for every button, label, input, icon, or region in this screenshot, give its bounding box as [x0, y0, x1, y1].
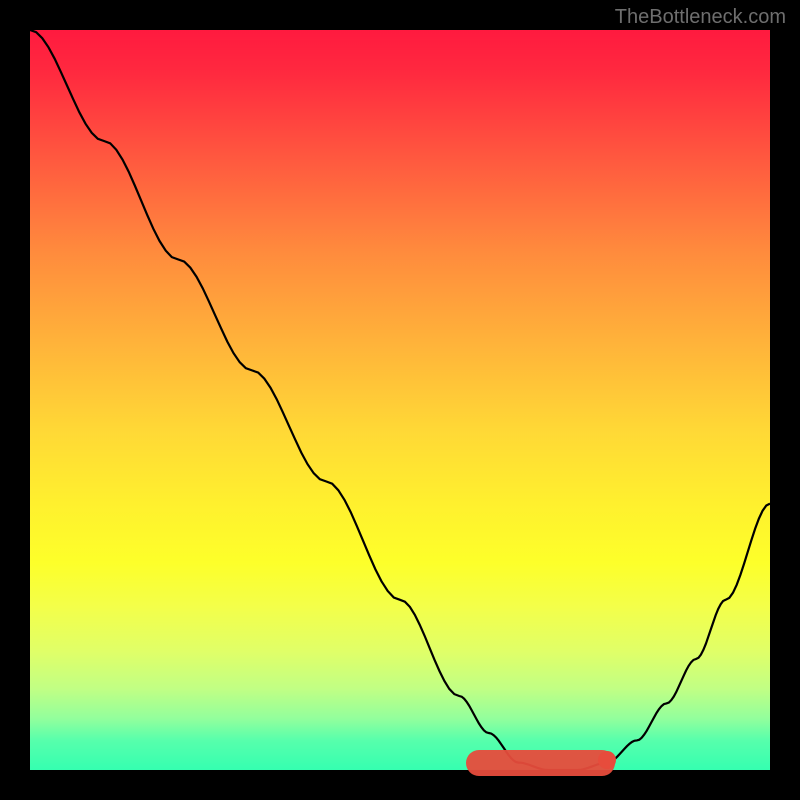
optimal-point-marker — [598, 751, 616, 769]
watermark-text: TheBottleneck.com — [615, 6, 786, 29]
bottleneck-curve — [30, 30, 770, 770]
chart-plot-area — [30, 30, 770, 770]
optimal-range-indicator — [466, 750, 615, 776]
